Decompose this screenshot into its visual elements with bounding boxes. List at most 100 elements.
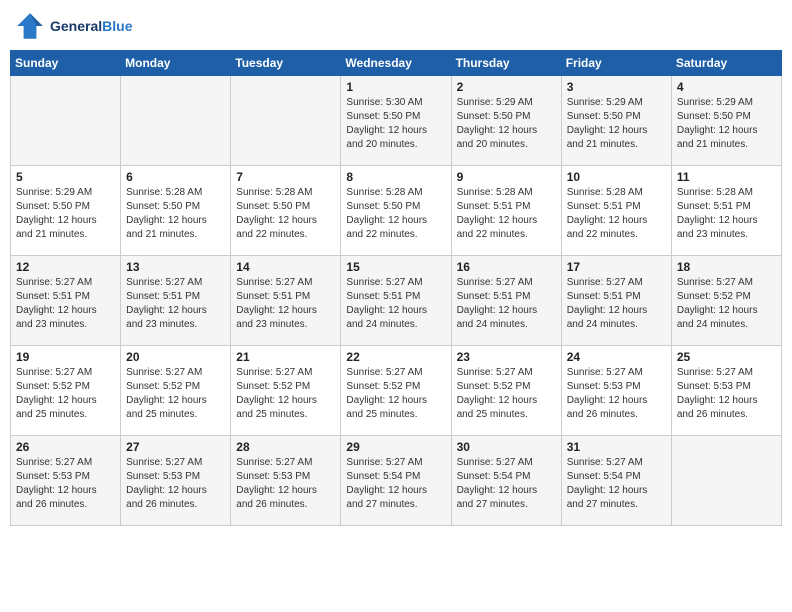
day-number: 20 (126, 350, 225, 364)
day-number: 18 (677, 260, 776, 274)
day-cell: 21 Sunrise: 5:27 AM Sunset: 5:52 PM Dayli… (231, 346, 341, 436)
day-cell (121, 76, 231, 166)
day-info: Sunrise: 5:29 AM Sunset: 5:50 PM Dayligh… (16, 186, 115, 242)
day-info: Sunrise: 5:27 AM Sunset: 5:53 PM Dayligh… (236, 456, 335, 512)
header-row: SundayMondayTuesdayWednesdayThursdayFrid… (11, 51, 782, 76)
day-info: Sunrise: 5:27 AM Sunset: 5:51 PM Dayligh… (567, 276, 666, 332)
day-number: 26 (16, 440, 115, 454)
day-info: Sunrise: 5:27 AM Sunset: 5:53 PM Dayligh… (126, 456, 225, 512)
day-cell: 17 Sunrise: 5:27 AM Sunset: 5:51 PM Dayli… (561, 256, 671, 346)
day-info: Sunrise: 5:27 AM Sunset: 5:54 PM Dayligh… (567, 456, 666, 512)
day-info: Sunrise: 5:27 AM Sunset: 5:53 PM Dayligh… (677, 366, 776, 422)
day-number: 22 (346, 350, 445, 364)
day-number: 15 (346, 260, 445, 274)
day-cell: 27 Sunrise: 5:27 AM Sunset: 5:53 PM Dayli… (121, 436, 231, 526)
day-cell: 8 Sunrise: 5:28 AM Sunset: 5:50 PM Daylig… (341, 166, 451, 256)
day-number: 16 (457, 260, 556, 274)
day-info: Sunrise: 5:27 AM Sunset: 5:53 PM Dayligh… (16, 456, 115, 512)
day-info: Sunrise: 5:27 AM Sunset: 5:54 PM Dayligh… (346, 456, 445, 512)
day-number: 27 (126, 440, 225, 454)
week-row-3: 12 Sunrise: 5:27 AM Sunset: 5:51 PM Dayli… (11, 256, 782, 346)
day-cell: 13 Sunrise: 5:27 AM Sunset: 5:51 PM Dayli… (121, 256, 231, 346)
day-cell: 29 Sunrise: 5:27 AM Sunset: 5:54 PM Dayli… (341, 436, 451, 526)
day-number: 9 (457, 170, 556, 184)
day-info: Sunrise: 5:28 AM Sunset: 5:51 PM Dayligh… (677, 186, 776, 242)
day-cell: 18 Sunrise: 5:27 AM Sunset: 5:52 PM Dayli… (671, 256, 781, 346)
day-cell: 9 Sunrise: 5:28 AM Sunset: 5:51 PM Daylig… (451, 166, 561, 256)
day-info: Sunrise: 5:27 AM Sunset: 5:51 PM Dayligh… (236, 276, 335, 332)
day-cell: 25 Sunrise: 5:27 AM Sunset: 5:53 PM Dayli… (671, 346, 781, 436)
day-number: 24 (567, 350, 666, 364)
day-number: 12 (16, 260, 115, 274)
day-number: 8 (346, 170, 445, 184)
day-info: Sunrise: 5:27 AM Sunset: 5:52 PM Dayligh… (126, 366, 225, 422)
day-number: 7 (236, 170, 335, 184)
day-info: Sunrise: 5:27 AM Sunset: 5:51 PM Dayligh… (126, 276, 225, 332)
column-header-sunday: Sunday (11, 51, 121, 76)
calendar-table: SundayMondayTuesdayWednesdayThursdayFrid… (10, 50, 782, 526)
day-cell: 20 Sunrise: 5:27 AM Sunset: 5:52 PM Dayli… (121, 346, 231, 436)
day-cell: 31 Sunrise: 5:27 AM Sunset: 5:54 PM Dayli… (561, 436, 671, 526)
day-cell: 24 Sunrise: 5:27 AM Sunset: 5:53 PM Dayli… (561, 346, 671, 436)
day-info: Sunrise: 5:29 AM Sunset: 5:50 PM Dayligh… (677, 96, 776, 152)
day-cell: 2Sunrise: 5:29 AM Sunset: 5:50 PM Daylig… (451, 76, 561, 166)
day-info: Sunrise: 5:27 AM Sunset: 5:52 PM Dayligh… (457, 366, 556, 422)
day-cell: 23 Sunrise: 5:27 AM Sunset: 5:52 PM Dayli… (451, 346, 561, 436)
week-row-5: 26 Sunrise: 5:27 AM Sunset: 5:53 PM Dayli… (11, 436, 782, 526)
day-info: Sunrise: 5:28 AM Sunset: 5:50 PM Dayligh… (346, 186, 445, 242)
day-cell (11, 76, 121, 166)
logo: GeneralBlue (14, 10, 132, 42)
day-number: 11 (677, 170, 776, 184)
column-header-friday: Friday (561, 51, 671, 76)
column-header-monday: Monday (121, 51, 231, 76)
day-cell: 1Sunrise: 5:30 AM Sunset: 5:50 PM Daylig… (341, 76, 451, 166)
day-number: 31 (567, 440, 666, 454)
column-header-saturday: Saturday (671, 51, 781, 76)
day-cell: 4 Sunrise: 5:29 AM Sunset: 5:50 PM Daylig… (671, 76, 781, 166)
day-cell: 5 Sunrise: 5:29 AM Sunset: 5:50 PM Daylig… (11, 166, 121, 256)
day-number: 3 (567, 80, 666, 94)
day-info: Sunrise: 5:28 AM Sunset: 5:51 PM Dayligh… (457, 186, 556, 242)
day-number: 29 (346, 440, 445, 454)
day-number: 25 (677, 350, 776, 364)
day-info: Sunrise: 5:27 AM Sunset: 5:52 PM Dayligh… (236, 366, 335, 422)
day-number: 4 (677, 80, 776, 94)
day-cell (671, 436, 781, 526)
day-number: 21 (236, 350, 335, 364)
day-number: 17 (567, 260, 666, 274)
day-number: 23 (457, 350, 556, 364)
day-info: Sunrise: 5:29 AM Sunset: 5:50 PM Dayligh… (567, 96, 666, 152)
day-number: 28 (236, 440, 335, 454)
day-number: 6 (126, 170, 225, 184)
day-info: Sunrise: 5:28 AM Sunset: 5:51 PM Dayligh… (567, 186, 666, 242)
day-cell (231, 76, 341, 166)
day-info: Sunrise: 5:27 AM Sunset: 5:52 PM Dayligh… (16, 366, 115, 422)
day-cell: 22 Sunrise: 5:27 AM Sunset: 5:52 PM Dayli… (341, 346, 451, 436)
day-number: 19 (16, 350, 115, 364)
day-cell: 14 Sunrise: 5:27 AM Sunset: 5:51 PM Dayli… (231, 256, 341, 346)
day-info: Sunrise: 5:27 AM Sunset: 5:54 PM Dayligh… (457, 456, 556, 512)
day-number: 1 (346, 80, 445, 94)
day-cell: 30 Sunrise: 5:27 AM Sunset: 5:54 PM Dayli… (451, 436, 561, 526)
day-info: Sunrise: 5:27 AM Sunset: 5:51 PM Dayligh… (457, 276, 556, 332)
day-number: 5 (16, 170, 115, 184)
day-info: Sunrise: 5:28 AM Sunset: 5:50 PM Dayligh… (236, 186, 335, 242)
day-info: Sunrise: 5:27 AM Sunset: 5:52 PM Dayligh… (677, 276, 776, 332)
day-cell: 15Sunrise: 5:27 AM Sunset: 5:51 PM Dayli… (341, 256, 451, 346)
day-info: Sunrise: 5:27 AM Sunset: 5:53 PM Dayligh… (567, 366, 666, 422)
column-header-thursday: Thursday (451, 51, 561, 76)
day-cell: 3 Sunrise: 5:29 AM Sunset: 5:50 PM Daylig… (561, 76, 671, 166)
day-number: 14 (236, 260, 335, 274)
page-header: GeneralBlue (10, 10, 782, 42)
day-number: 13 (126, 260, 225, 274)
column-header-wednesday: Wednesday (341, 51, 451, 76)
day-number: 30 (457, 440, 556, 454)
day-cell: 6Sunrise: 5:28 AM Sunset: 5:50 PM Daylig… (121, 166, 231, 256)
day-cell: 28 Sunrise: 5:27 AM Sunset: 5:53 PM Dayli… (231, 436, 341, 526)
day-info: Sunrise: 5:27 AM Sunset: 5:52 PM Dayligh… (346, 366, 445, 422)
day-cell: 12 Sunrise: 5:27 AM Sunset: 5:51 PM Dayli… (11, 256, 121, 346)
day-cell: 7 Sunrise: 5:28 AM Sunset: 5:50 PM Daylig… (231, 166, 341, 256)
week-row-1: 1Sunrise: 5:30 AM Sunset: 5:50 PM Daylig… (11, 76, 782, 166)
day-cell: 11 Sunrise: 5:28 AM Sunset: 5:51 PM Dayli… (671, 166, 781, 256)
day-info: Sunrise: 5:27 AM Sunset: 5:51 PM Dayligh… (16, 276, 115, 332)
